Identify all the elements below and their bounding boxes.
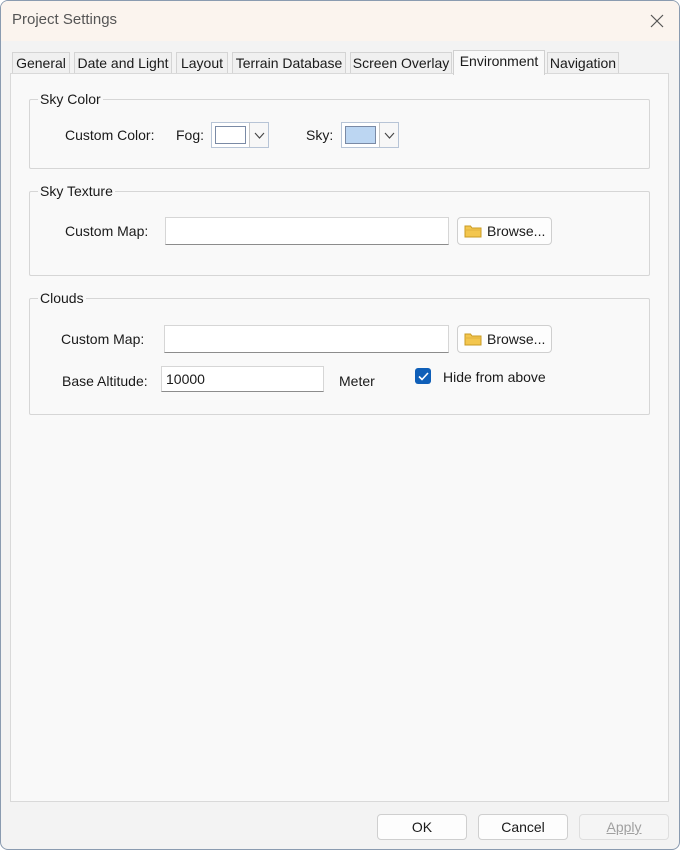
- clouds-group: Clouds Custom Map: Browse... Base Altitu…: [29, 289, 650, 415]
- fog-label: Fog:: [176, 127, 205, 143]
- sky-dropdown-button[interactable]: [380, 123, 398, 147]
- close-button[interactable]: [639, 5, 675, 37]
- tab-layout[interactable]: Layout: [176, 52, 228, 74]
- base-altitude-label: Base Altitude:: [62, 373, 148, 389]
- chevron-down-icon: [384, 132, 394, 139]
- sky-swatch-frame: [342, 123, 380, 147]
- clouds-group-title: Clouds: [38, 289, 86, 307]
- clouds-browse-label: Browse...: [487, 331, 546, 347]
- sky-texture-browse-label: Browse...: [487, 223, 546, 239]
- fog-color-swatch: [215, 126, 246, 144]
- altitude-unit-label: Meter: [339, 373, 375, 389]
- custom-color-label: Custom Color:: [65, 127, 155, 143]
- hide-from-above-checkbox[interactable]: [415, 368, 431, 384]
- sky-color-picker[interactable]: [341, 122, 399, 148]
- cancel-button[interactable]: Cancel: [478, 814, 568, 840]
- fog-swatch-frame: [212, 123, 250, 147]
- tab-terrain-database[interactable]: Terrain Database: [232, 52, 346, 74]
- title-bar: Project Settings: [1, 1, 679, 41]
- tab-general[interactable]: General: [12, 52, 70, 74]
- folder-icon: [464, 225, 482, 237]
- folder-icon: [464, 333, 482, 345]
- fog-color-picker[interactable]: [211, 122, 269, 148]
- tab-navigation[interactable]: Navigation: [547, 52, 619, 74]
- clouds-browse-button[interactable]: Browse...: [457, 325, 552, 353]
- tab-screen-overlay[interactable]: Screen Overlay: [350, 52, 452, 74]
- sky-texture-custom-map-input[interactable]: [165, 217, 449, 245]
- tab-environment[interactable]: Environment: [453, 50, 545, 75]
- sky-color-swatch: [345, 126, 376, 144]
- sky-texture-group: Sky Texture Custom Map: Browse...: [29, 182, 650, 276]
- chevron-down-icon: [254, 132, 264, 139]
- apply-button-label: Apply: [606, 819, 642, 835]
- apply-button[interactable]: Apply: [579, 814, 669, 840]
- sky-texture-custom-map-label: Custom Map:: [65, 223, 149, 239]
- clouds-custom-map-input[interactable]: [164, 325, 449, 353]
- clouds-custom-map-label: Custom Map:: [61, 331, 145, 347]
- sky-texture-group-title: Sky Texture: [38, 182, 115, 200]
- ok-button[interactable]: OK: [377, 814, 467, 840]
- close-icon: [650, 14, 664, 28]
- fog-dropdown-button[interactable]: [250, 123, 268, 147]
- base-altitude-input[interactable]: [161, 366, 324, 392]
- hide-from-above-label[interactable]: Hide from above: [443, 368, 546, 386]
- sky-color-group: Sky Color Custom Color: Fog: Sky:: [29, 90, 650, 169]
- sky-label: Sky:: [306, 127, 334, 143]
- sky-color-group-title: Sky Color: [38, 90, 103, 108]
- tab-strip: General Date and Light Layout Terrain Da…: [12, 50, 672, 75]
- tab-date-and-light[interactable]: Date and Light: [74, 52, 172, 74]
- environment-panel: Sky Color Custom Color: Fog: Sky: Sky Te…: [10, 73, 669, 802]
- project-settings-dialog: Project Settings General Date and Light …: [0, 0, 680, 850]
- sky-texture-browse-button[interactable]: Browse...: [457, 217, 552, 245]
- checkmark-icon: [417, 371, 429, 381]
- window-title: Project Settings: [12, 11, 118, 28]
